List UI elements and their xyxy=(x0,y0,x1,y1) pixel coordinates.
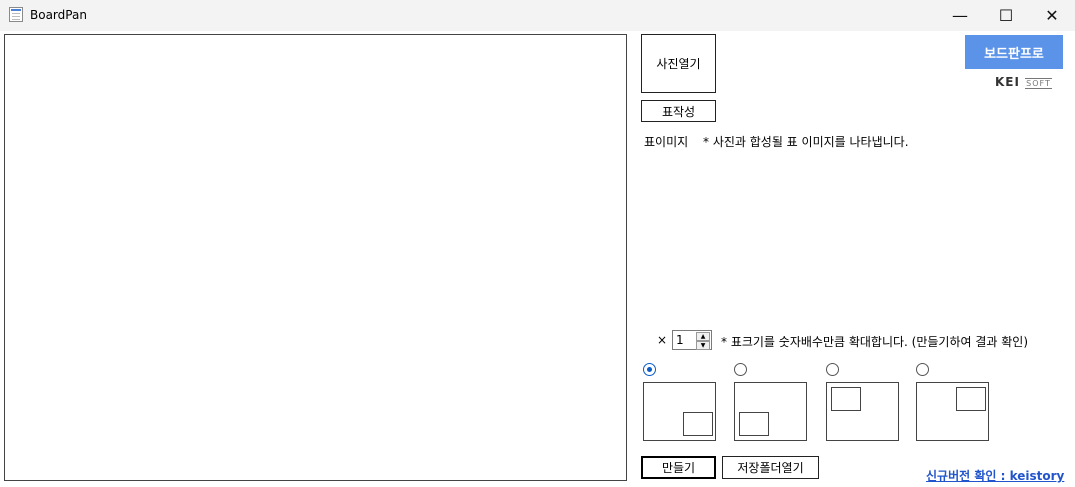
table-placeholder xyxy=(956,387,986,411)
table-placeholder xyxy=(739,412,769,436)
table-image-label: 표이미지 xyxy=(644,135,689,149)
keisoft-logo: KEI SOFT xyxy=(995,75,1052,89)
radio-top-left[interactable] xyxy=(826,363,839,376)
maximize-button[interactable]: ☐ xyxy=(983,0,1029,31)
table-image-hint: * 사진과 합성될 표 이미지를 나타냅니다. xyxy=(703,135,909,149)
minimize-button[interactable]: — xyxy=(937,0,983,31)
radio-top-right[interactable] xyxy=(916,363,929,376)
open-photo-button[interactable]: 사진열기 xyxy=(641,34,716,93)
scale-spinner[interactable]: 1 ▲ ▼ xyxy=(672,330,712,350)
spin-up-icon[interactable]: ▲ xyxy=(696,332,710,341)
make-table-button[interactable]: 표작성 xyxy=(641,100,716,122)
window-title: BoardPan xyxy=(30,8,87,22)
title-bar: BoardPan — ☐ ✕ xyxy=(0,0,1075,31)
open-save-folder-button[interactable]: 저장폴더열기 xyxy=(722,456,819,479)
position-preview-bottom-left xyxy=(734,382,807,441)
position-preview-top-right xyxy=(916,382,989,441)
photo-preview-panel[interactable] xyxy=(4,34,627,481)
close-button[interactable]: ✕ xyxy=(1029,0,1075,31)
table-placeholder xyxy=(831,387,861,411)
position-preview-bottom-right xyxy=(643,382,716,441)
boardpan-pro-button[interactable]: 보드판프로 xyxy=(965,35,1063,69)
app-icon xyxy=(9,7,23,22)
create-button[interactable]: 만들기 xyxy=(641,456,716,479)
check-new-version-link[interactable]: 신규버전 확인 : keistory xyxy=(926,467,1064,484)
scale-value[interactable]: 1 xyxy=(676,333,684,347)
radio-bottom-left[interactable] xyxy=(734,363,747,376)
spin-down-icon[interactable]: ▼ xyxy=(696,341,710,350)
scale-hint: * 표크기를 숫자배수만큼 확대합니다. (만들기하여 결과 확인) xyxy=(721,335,1029,349)
multiply-sign: × xyxy=(657,333,668,347)
radio-bottom-right[interactable] xyxy=(643,363,656,376)
position-preview-top-left xyxy=(826,382,899,441)
logo-sub-text: SOFT xyxy=(1025,78,1052,89)
logo-main-text: KEI xyxy=(995,75,1020,89)
table-placeholder xyxy=(683,412,713,436)
